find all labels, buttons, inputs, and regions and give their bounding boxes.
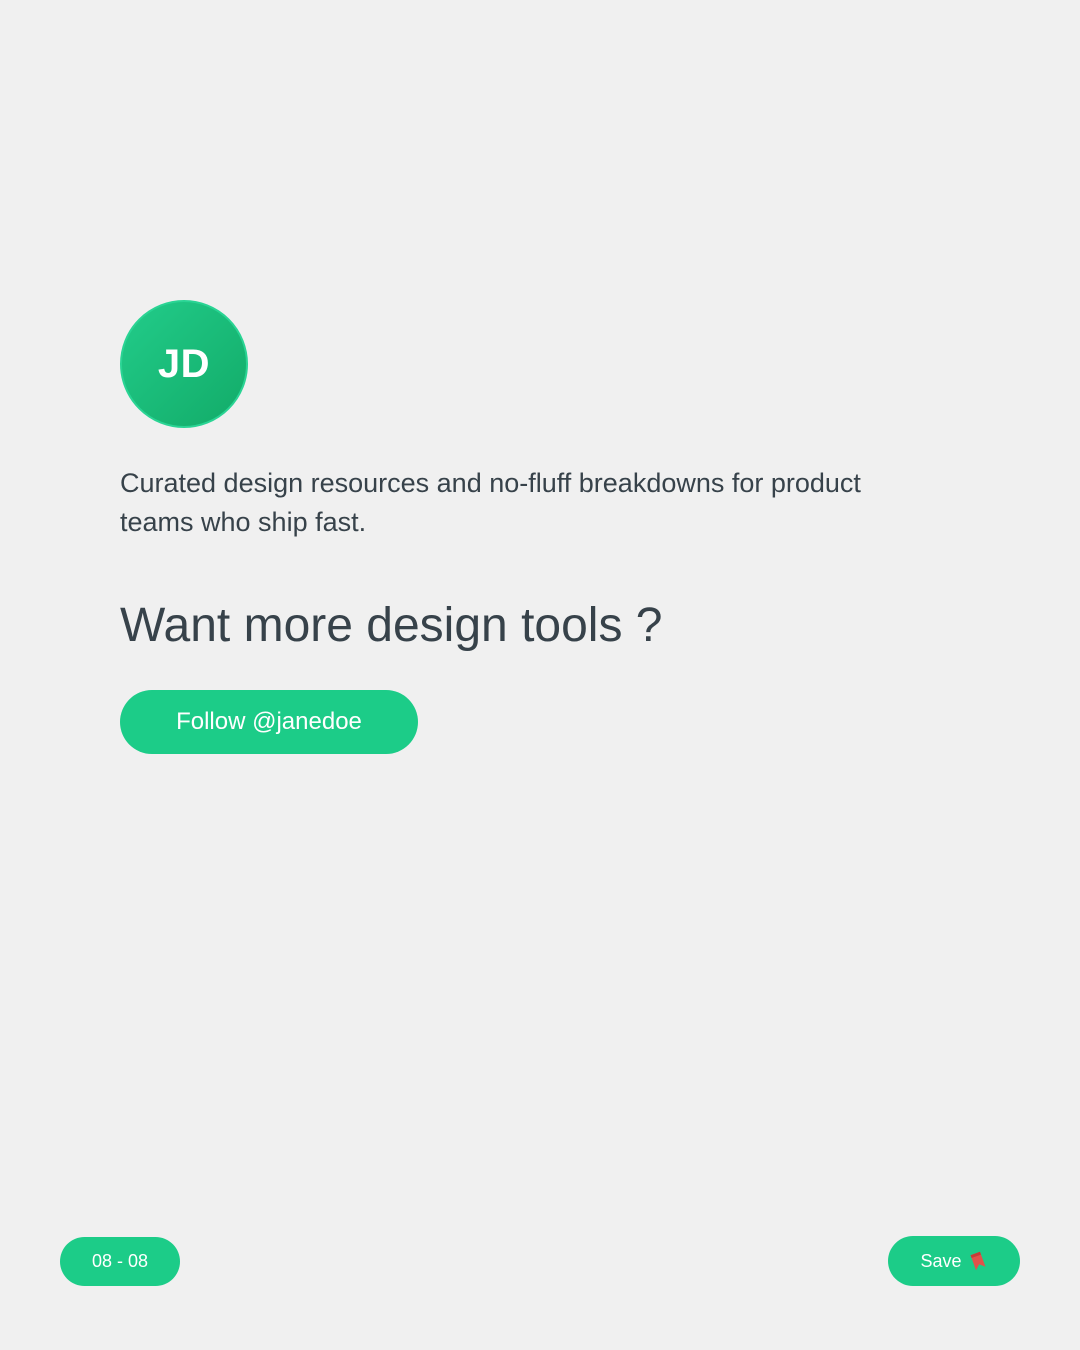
save-button-label: Save: [920, 1250, 962, 1271]
cta-heading: Want more design tools ?: [120, 599, 663, 652]
avatar: JD: [120, 300, 248, 428]
page-indicator-label: 08 - 08: [91, 1251, 149, 1271]
save-button[interactable]: Save: [888, 1236, 1020, 1286]
avatar-initials: JD: [157, 341, 211, 386]
follow-button[interactable]: Follow @janedoe: [120, 690, 418, 754]
page-indicator: 08 - 08: [60, 1237, 180, 1286]
follow-button-label: Follow @janedoe: [176, 708, 362, 735]
profile-bio: Curated design resources and no-fluff br…: [120, 468, 861, 537]
profile-section: JD Curated design resources and no-fluff…: [120, 300, 920, 754]
bookmark-icon: [968, 1251, 988, 1271]
